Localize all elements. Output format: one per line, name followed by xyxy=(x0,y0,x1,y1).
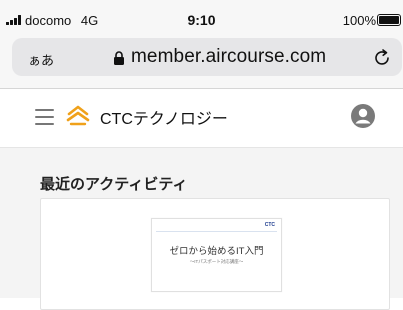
site-header: CTCテクノロジー xyxy=(0,89,403,148)
course-subtitle: 〜ITパスポート対応講座〜 xyxy=(189,259,244,264)
browser-address-bar: ぁあ member.aircourse.com xyxy=(0,30,403,89)
status-bar: docomo 4G 9:10 100% xyxy=(0,0,403,30)
activity-card[interactable]: CTC ゼロから始めるIT入門 〜ITパスポート対応講座〜 xyxy=(40,198,390,310)
url-text: member.aircourse.com xyxy=(131,46,327,67)
section-title: 最近のアクティビティ xyxy=(40,176,188,193)
thumbnail-divider xyxy=(156,231,277,232)
brand-name[interactable]: CTCテクノロジー xyxy=(100,105,228,129)
reader-settings-button[interactable]: ぁあ xyxy=(28,50,54,69)
account-icon[interactable] xyxy=(350,103,376,129)
battery-percentage: 100% xyxy=(342,13,376,28)
hamburger-menu-icon[interactable] xyxy=(35,109,54,125)
reload-icon[interactable] xyxy=(372,48,392,68)
url-field[interactable]: ぁあ member.aircourse.com xyxy=(12,38,402,76)
main-content: 最近のアクティビティ CTC ゼロから始めるIT入門 〜ITパスポート対応講座〜 xyxy=(0,148,403,310)
battery-icon xyxy=(377,14,401,26)
lock-icon xyxy=(114,51,124,65)
course-title: ゼロから始めるIT入門 xyxy=(169,246,264,257)
thumbnail-logo: CTC xyxy=(264,222,275,228)
ctc-logo-icon[interactable] xyxy=(66,103,90,127)
course-thumbnail[interactable]: CTC ゼロから始めるIT入門 〜ITパスポート対応講座〜 xyxy=(151,218,282,292)
